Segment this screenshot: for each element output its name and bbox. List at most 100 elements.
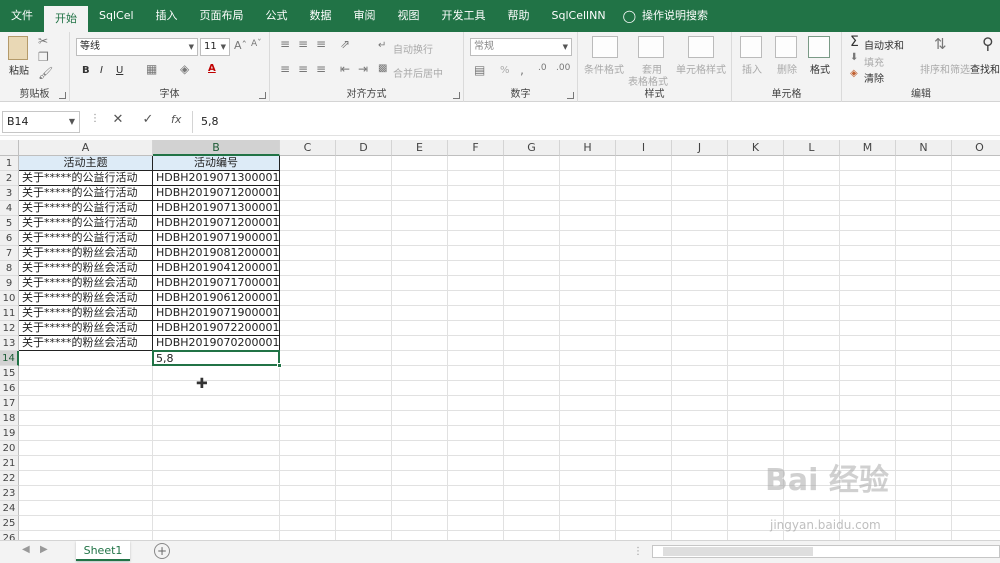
activity-code-cell[interactable]: HDBH2019071700001 xyxy=(153,276,280,291)
cell[interactable] xyxy=(448,201,504,216)
cell[interactable] xyxy=(896,321,952,336)
cell[interactable] xyxy=(784,426,840,441)
cell[interactable] xyxy=(504,261,560,276)
cell[interactable] xyxy=(280,171,336,186)
cell[interactable] xyxy=(896,261,952,276)
column-header-h[interactable]: H xyxy=(560,140,616,156)
cell[interactable] xyxy=(728,531,784,540)
cell[interactable] xyxy=(504,366,560,381)
cell[interactable] xyxy=(280,261,336,276)
cell[interactable] xyxy=(616,306,672,321)
row-header-3[interactable]: 3 xyxy=(0,186,19,201)
cell[interactable] xyxy=(504,426,560,441)
cell[interactable] xyxy=(896,441,952,456)
cell[interactable] xyxy=(392,411,448,426)
cell[interactable] xyxy=(672,336,728,351)
cell[interactable] xyxy=(153,396,280,411)
cell[interactable] xyxy=(616,501,672,516)
cell[interactable] xyxy=(280,516,336,531)
cell[interactable] xyxy=(448,216,504,231)
cell[interactable] xyxy=(672,291,728,306)
cell[interactable] xyxy=(728,261,784,276)
tell-me-search[interactable]: 操作说明搜索 xyxy=(640,0,719,32)
bold-button[interactable]: B xyxy=(82,65,90,76)
cell[interactable] xyxy=(952,516,1000,531)
row-header-8[interactable]: 8 xyxy=(0,261,19,276)
row-header-19[interactable]: 19 xyxy=(0,426,19,441)
cell[interactable] xyxy=(19,366,153,381)
cell[interactable] xyxy=(672,351,728,366)
cell[interactable] xyxy=(784,441,840,456)
cell[interactable] xyxy=(392,306,448,321)
activity-topic-cell[interactable]: 关于*****的粉丝会活动 xyxy=(19,336,153,351)
cell[interactable] xyxy=(280,456,336,471)
tab-home[interactable]: 开始 xyxy=(44,6,88,32)
cell[interactable] xyxy=(560,366,616,381)
activity-code-cell[interactable]: HDBH2019041200001 xyxy=(153,261,280,276)
cell[interactable] xyxy=(616,276,672,291)
cell[interactable] xyxy=(392,186,448,201)
format-painter-icon[interactable]: 🖌 xyxy=(38,66,53,80)
cell[interactable] xyxy=(504,471,560,486)
cell[interactable] xyxy=(448,426,504,441)
row-header-25[interactable]: 25 xyxy=(0,516,19,531)
cell[interactable] xyxy=(952,216,1000,231)
font-color-button[interactable]: A xyxy=(208,63,216,74)
column-header-n[interactable]: N xyxy=(896,140,952,156)
cell[interactable] xyxy=(672,306,728,321)
fill-icon[interactable]: ⬇ xyxy=(850,52,858,63)
cell[interactable] xyxy=(19,516,153,531)
cell[interactable] xyxy=(336,351,392,366)
cell[interactable] xyxy=(336,156,392,171)
cell[interactable] xyxy=(952,261,1000,276)
cell[interactable] xyxy=(560,381,616,396)
enter-icon[interactable]: ✓ xyxy=(139,112,157,127)
cell[interactable] xyxy=(672,396,728,411)
cell[interactable] xyxy=(840,396,896,411)
cell[interactable] xyxy=(616,321,672,336)
fill-handle[interactable] xyxy=(277,363,282,368)
cell[interactable] xyxy=(560,396,616,411)
cell[interactable] xyxy=(728,276,784,291)
column-header-j[interactable]: J xyxy=(672,140,728,156)
column-header-l[interactable]: L xyxy=(784,140,840,156)
cell[interactable] xyxy=(616,381,672,396)
cell[interactable] xyxy=(896,381,952,396)
cell[interactable] xyxy=(280,441,336,456)
cell[interactable] xyxy=(336,171,392,186)
cell[interactable] xyxy=(336,321,392,336)
row-header-22[interactable]: 22 xyxy=(0,471,19,486)
row-header-15[interactable]: 15 xyxy=(0,366,19,381)
cell[interactable] xyxy=(336,411,392,426)
activity-code-cell[interactable]: HDBH2019071300001 xyxy=(153,171,280,186)
conditional-format-icon[interactable] xyxy=(592,36,618,58)
cell[interactable] xyxy=(504,486,560,501)
cell[interactable] xyxy=(392,216,448,231)
cell[interactable] xyxy=(728,156,784,171)
tab-sqlcellnn[interactable]: SqlCellNN xyxy=(541,0,617,32)
cell[interactable] xyxy=(952,306,1000,321)
cell[interactable] xyxy=(392,246,448,261)
cell[interactable] xyxy=(504,291,560,306)
font-name-select[interactable]: 等线 ▼ xyxy=(76,38,198,56)
cell[interactable] xyxy=(728,351,784,366)
cell[interactable] xyxy=(896,426,952,441)
row-header-16[interactable]: 16 xyxy=(0,381,19,396)
cell[interactable] xyxy=(560,351,616,366)
cell[interactable] xyxy=(952,201,1000,216)
paste-button[interactable]: 粘贴 xyxy=(9,62,29,77)
cell[interactable] xyxy=(19,471,153,486)
cell[interactable] xyxy=(896,471,952,486)
cell[interactable] xyxy=(392,291,448,306)
find-select-button[interactable]: 查找和 xyxy=(970,61,1000,76)
cell[interactable] xyxy=(336,441,392,456)
cell[interactable] xyxy=(840,531,896,540)
search-icon[interactable]: ⚲ xyxy=(982,34,994,53)
cell[interactable] xyxy=(280,306,336,321)
cell[interactable] xyxy=(153,366,280,381)
cell[interactable] xyxy=(896,486,952,501)
tab-page-layout[interactable]: 页面布局 xyxy=(189,0,255,32)
cell[interactable] xyxy=(616,336,672,351)
cell[interactable] xyxy=(952,321,1000,336)
copy-icon[interactable]: ❐ xyxy=(38,50,49,64)
